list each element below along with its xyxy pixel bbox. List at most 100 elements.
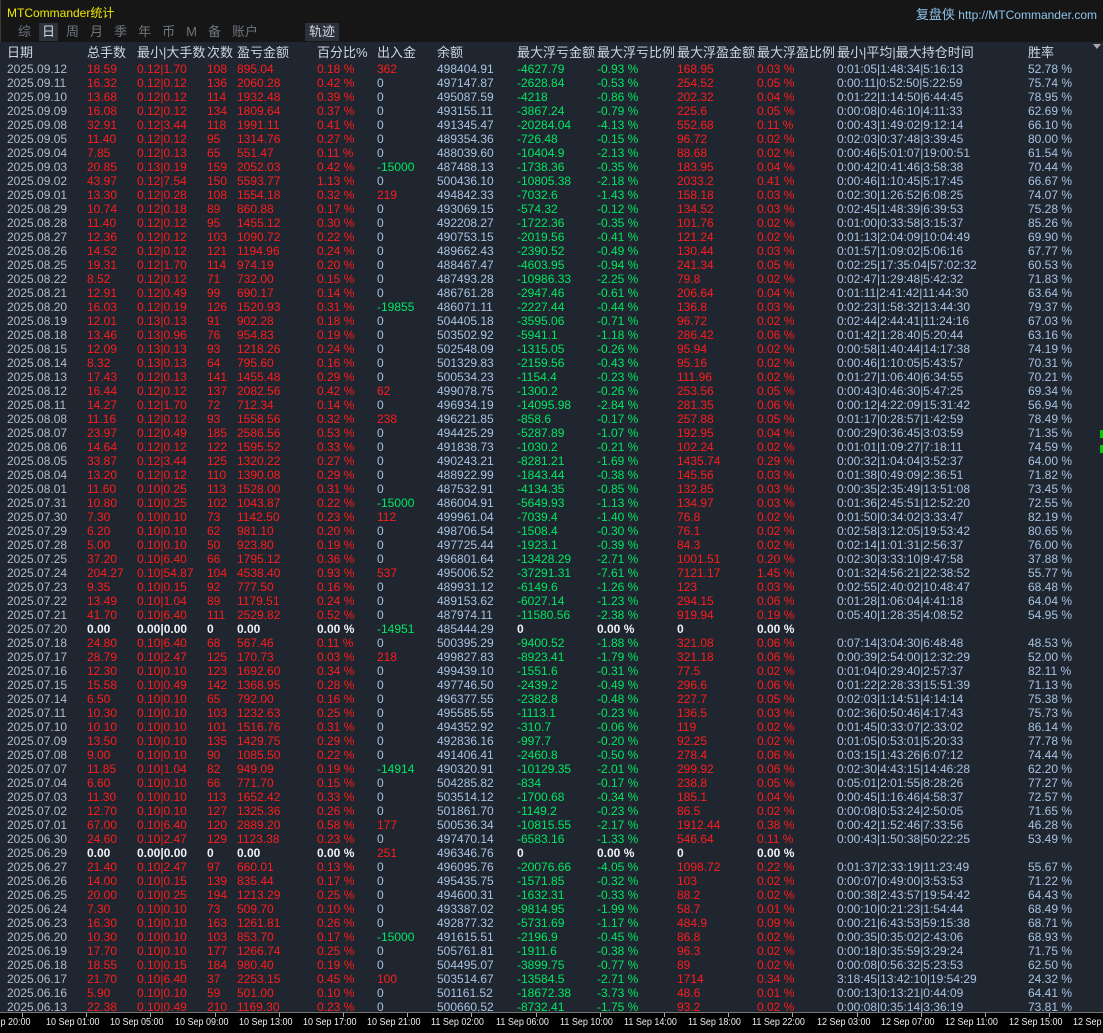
cell-6: 0	[377, 748, 384, 762]
table-row[interactable]: 2025.09.10 13.68 0.12|0.12 114 1932.48 0.39 %…	[0, 90, 1100, 104]
table-row[interactable]: 2025.07.24 204.27 0.10|54.87 104 4538.40 0.93…	[0, 566, 1100, 580]
table-row[interactable]: 2025.09.12 18.59 0.12|1.70 108 895.04 0.18 % 3…	[0, 62, 1100, 76]
cell-7: 500436.10	[437, 174, 494, 188]
table-row[interactable]: 2025.07.02 12.70 0.10|0.10 127 1325.36 0.26 %…	[0, 804, 1100, 818]
table-row[interactable]: 2025.06.30 24.60 0.10|2.47 129 1123.38 0.23 %…	[0, 832, 1100, 846]
tab-2[interactable]: 周	[63, 23, 82, 41]
table-row[interactable]: 2025.06.27 21.40 0.10|2.47 97 660.01 0.13 % 0 4…	[0, 860, 1100, 874]
tab-1[interactable]: 日	[39, 23, 59, 41]
table-row[interactable]: 2025.06.26 14.00 0.10|0.15 139 835.44 0.17 % 0…	[0, 874, 1100, 888]
table-row[interactable]: 2025.08.28 11.40 0.12|0.12 95 1455.12 0.30 % 0…	[0, 216, 1100, 230]
table-row[interactable]: 2025.07.04 6.60 0.10|0.10 66 771.70 0.15 % 0 50…	[0, 776, 1100, 790]
table-row[interactable]: 2025.09.04 7.85 0.12|0.13 65 551.47 0.11 % 0 48…	[0, 146, 1100, 160]
tab-3[interactable]: 月	[87, 23, 106, 41]
table-row[interactable]: 2025.08.22 8.52 0.12|0.12 71 732.00 0.15 % 0 48…	[0, 272, 1100, 286]
table-row[interactable]: 2025.07.03 11.30 0.10|0.10 113 1652.42 0.33 %…	[0, 790, 1100, 804]
scroll-down-icon[interactable]	[1093, 44, 1101, 49]
table-row[interactable]: 2025.09.02 43.97 0.12|7.54 150 5593.77 1.13 %…	[0, 174, 1100, 188]
table-row[interactable]: 2025.06.18 18.55 0.10|0.15 184 980.40 0.19 % 0…	[0, 958, 1100, 972]
table-row[interactable]: 2025.07.07 11.85 0.10|1.04 82 949.09 0.19 % -1…	[0, 762, 1100, 776]
table-row[interactable]: 2025.08.01 11.60 0.10|0.25 113 1528.00 0.31 %…	[0, 482, 1100, 496]
table-row[interactable]: 2025.06.16 5.90 0.10|0.10 59 501.00 0.10 % 0 50…	[0, 986, 1100, 1000]
tab-track[interactable]: 轨迹	[305, 23, 339, 41]
table-row[interactable]: 2025.06.29 0.00 0.00|0.00 0 0.00 0.00 % 251 496…	[0, 846, 1100, 860]
table-row[interactable]: 2025.07.30 7.30 0.10|0.10 73 1142.50 0.23 % 11…	[0, 510, 1100, 524]
table-row[interactable]: 2025.09.09 16.08 0.12|0.12 134 1809.64 0.37 %…	[0, 104, 1100, 118]
tab-9[interactable]: 账户	[229, 23, 261, 41]
column-header[interactable]: 总手数	[87, 44, 126, 62]
table-row[interactable]: 2025.08.29 10.74 0.12|0.18 89 860.88 0.17 % 0 4…	[0, 202, 1100, 216]
column-header[interactable]: 余额	[437, 44, 463, 62]
table-row[interactable]: 2025.08.21 12.91 0.12|0.49 99 690.17 0.14 % 0 4…	[0, 286, 1100, 300]
table-row[interactable]: 2025.06.20 10.30 0.10|0.10 103 853.70 0.17 % -…	[0, 930, 1100, 944]
tab-4[interactable]: 季	[111, 23, 130, 41]
table-row[interactable]: 2025.08.25 19.31 0.12|1.70 114 974.19 0.20 % 0…	[0, 258, 1100, 272]
table-row[interactable]: 2025.08.19 12.01 0.13|0.13 91 902.28 0.18 % 0 5…	[0, 314, 1100, 328]
table-row[interactable]: 2025.09.05 11.40 0.12|0.12 95 1314.76 0.27 % 0…	[0, 132, 1100, 146]
column-header[interactable]: 出入金	[377, 44, 416, 62]
table-row[interactable]: 2025.08.15 12.09 0.13|0.13 93 1218.26 0.24 % 0…	[0, 342, 1100, 356]
table-row[interactable]: 2025.08.26 14.52 0.12|0.12 121 1194.96 0.24 %…	[0, 244, 1100, 258]
table-row[interactable]: 2025.07.17 28.79 0.10|2.47 125 170.73 0.03 % 2…	[0, 650, 1100, 664]
table-row[interactable]: 2025.09.03 20.85 0.13|0.19 159 2052.03 0.42 %…	[0, 160, 1100, 174]
table-row[interactable]: 2025.07.25 37.20 0.10|6.40 66 1795.12 0.36 % 0…	[0, 552, 1100, 566]
site-link[interactable]: 复盘侠 http://MTCommander.com	[916, 4, 1097, 23]
table-row[interactable]: 2025.07.16 12.30 0.10|0.10 123 1692.60 0.34 %…	[0, 664, 1100, 678]
column-header[interactable]: 百分比%	[317, 44, 368, 62]
table-row[interactable]: 2025.09.08 32.91 0.12|3.44 118 1991.11 0.41 %…	[0, 118, 1100, 132]
table-row[interactable]: 2025.06.25 20.00 0.10|0.25 194 1213.29 0.25 %…	[0, 888, 1100, 902]
table-row[interactable]: 2025.07.14 6.50 0.10|0.10 65 792.00 0.16 % 0 49…	[0, 692, 1100, 706]
table-row[interactable]: 2025.08.08 11.16 0.12|0.12 93 1558.56 0.32 % 2…	[0, 412, 1100, 426]
tab-7[interactable]: M	[183, 23, 200, 41]
tab-8[interactable]: 备	[205, 23, 224, 41]
table-row[interactable]: 2025.06.23 16.30 0.10|0.10 163 1261.81 0.26 %…	[0, 916, 1100, 930]
column-header[interactable]: 最大浮盈金额	[677, 44, 755, 62]
table-row[interactable]: 2025.07.23 9.35 0.10|0.15 92 777.50 0.16 % 0 48…	[0, 580, 1100, 594]
table-row[interactable]: 2025.09.01 13.30 0.12|0.28 108 1554.18 0.32 %…	[0, 188, 1100, 202]
table-row[interactable]: 2025.07.29 6.20 0.10|0.10 62 981.10 0.20 % 0 49…	[0, 524, 1100, 538]
column-header[interactable]: 最大浮亏比例	[597, 44, 675, 62]
table-row[interactable]: 2025.08.12 16.44 0.12|0.12 137 2082.56 0.42 %…	[0, 384, 1100, 398]
table-row[interactable]: 2025.08.07 23.97 0.12|0.49 185 2586.56 0.53 %…	[0, 426, 1100, 440]
column-header[interactable]: 胜率	[1028, 44, 1054, 62]
table-row[interactable]: 2025.08.27 12.36 0.12|0.12 103 1090.72 0.22 %…	[0, 230, 1100, 244]
table-row[interactable]: 2025.08.14 8.32 0.13|0.13 64 795.60 0.16 % 0 50…	[0, 356, 1100, 370]
site-url[interactable]: http://MTCommander.com	[958, 8, 1097, 22]
column-header[interactable]: 最小|大手数	[137, 44, 205, 62]
table-row[interactable]: 2025.06.19 17.70 0.10|0.10 177 1266.74 0.25 %…	[0, 944, 1100, 958]
table-row[interactable]: 2025.06.17 21.70 0.10|6.40 37 2253.15 0.45 % 1…	[0, 972, 1100, 986]
table-row[interactable]: 2025.07.22 13.49 0.10|1.04 89 1179.51 0.24 % 0…	[0, 594, 1100, 608]
tab-5[interactable]: 年	[135, 23, 154, 41]
table-row[interactable]: 2025.07.01 67.00 0.10|6.40 120 2889.20 0.58 %…	[0, 818, 1100, 832]
table-row[interactable]: 2025.08.05 33.87 0.12|3.44 125 1320.22 0.27 %…	[0, 454, 1100, 468]
column-header[interactable]: 最大浮亏金额	[517, 44, 595, 62]
table-row[interactable]: 2025.08.20 16.03 0.12|0.19 126 1520.93 0.31 %…	[0, 300, 1100, 314]
column-header[interactable]: 盈亏金额	[237, 44, 289, 62]
table-row[interactable]: 2025.07.18 24.80 0.10|6.40 68 567.46 0.11 % 0 5…	[0, 636, 1100, 650]
table-row[interactable]: 2025.07.15 15.58 0.10|0.49 142 1368.95 0.28 %…	[0, 678, 1100, 692]
table-row[interactable]: 2025.08.06 14.64 0.12|0.12 122 1595.52 0.33 %…	[0, 440, 1100, 454]
cell-5: 0.22 %	[317, 748, 355, 762]
table-row[interactable]: 2025.07.11 10.30 0.10|0.10 103 1232.63 0.25 %…	[0, 706, 1100, 720]
table-row[interactable]: 2025.07.10 10.10 0.10|0.10 101 1516.76 0.31 %…	[0, 720, 1100, 734]
table-row[interactable]: 2025.07.21 41.70 0.10|6.40 111 2529.82 0.52 %…	[0, 608, 1100, 622]
table-row[interactable]: 2025.08.04 13.20 0.12|0.12 110 1390.08 0.29 %…	[0, 468, 1100, 482]
tab-6[interactable]: 币	[159, 23, 178, 41]
cell-9: -0.61 %	[597, 286, 639, 300]
table-row[interactable]: 2025.08.18 13.46 0.13|0.96 76 954.83 0.19 % 0 5…	[0, 328, 1100, 342]
table-row[interactable]: 2025.07.08 9.00 0.10|0.10 90 1085.50 0.22 % 0 4…	[0, 748, 1100, 762]
table-row[interactable]: 2025.07.31 10.80 0.10|0.25 102 1043.87 0.22 %…	[0, 496, 1100, 510]
column-header[interactable]: 日期	[7, 44, 33, 62]
table-row[interactable]: 2025.07.28 5.00 0.10|0.10 50 923.80 0.19 % 0 49…	[0, 538, 1100, 552]
tab-0[interactable]: 综	[15, 23, 34, 41]
column-header[interactable]: 最大浮盈比例	[757, 44, 835, 62]
column-header[interactable]: 最小|平均|最大持仓时间	[837, 44, 974, 62]
table-row[interactable]: 2025.07.09 13.50 0.10|0.10 135 1429.75 0.29 %…	[0, 734, 1100, 748]
table-row[interactable]: 2025.08.13 17.43 0.12|0.13 141 1455.48 0.29 %…	[0, 370, 1100, 384]
table-row[interactable]: 2025.08.11 14.27 0.12|1.70 72 712.34 0.14 % 0 4…	[0, 398, 1100, 412]
table-row[interactable]: 2025.07.20 0.00 0.00|0.00 0 0.00 0.00 % -14951…	[0, 622, 1100, 636]
table-row[interactable]: 2025.06.24 7.30 0.10|0.10 73 509.70 0.10 % 0 49…	[0, 902, 1100, 916]
table-row[interactable]: 2025.09.11 16.32 0.12|0.12 136 2060.28 0.42 %…	[0, 76, 1100, 90]
column-header[interactable]: 次数	[207, 44, 233, 62]
cell-12: 0:00:45|1:16:46|4:58:37	[837, 790, 964, 804]
